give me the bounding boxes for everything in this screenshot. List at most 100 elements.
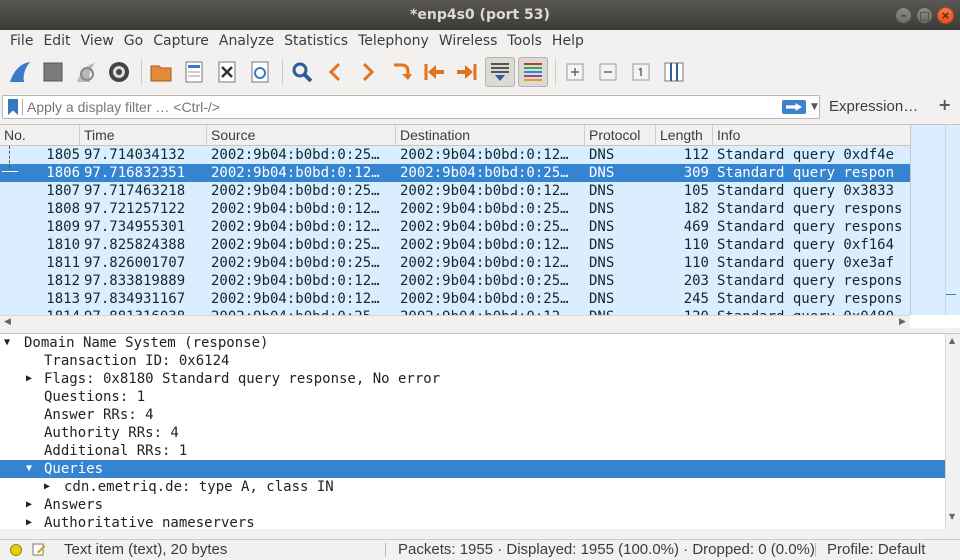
- detail-row-text: Answer RRs: 4: [44, 407, 154, 423]
- scroll-down-icon[interactable]: ▼: [949, 512, 955, 521]
- expression-button[interactable]: Expression…: [829, 98, 918, 115]
- menu-edit[interactable]: Edit: [38, 30, 75, 52]
- column-header-time[interactable]: Time: [80, 125, 207, 146]
- selected-packet-marker: [946, 294, 956, 295]
- expanded-arrow-icon[interactable]: ▼: [4, 334, 10, 352]
- detail-row-text: Answers: [44, 497, 104, 513]
- save-file-icon[interactable]: [179, 57, 209, 87]
- go-to-packet-icon[interactable]: [386, 57, 416, 87]
- maximize-button[interactable]: □: [916, 7, 933, 24]
- packet-list-hscrollbar[interactable]: ◀ ▶: [0, 315, 910, 329]
- details-scrollbar[interactable]: ▲ ▼: [945, 334, 960, 529]
- column-header-length[interactable]: Length: [656, 125, 713, 146]
- go-forward-icon[interactable]: [353, 57, 383, 87]
- packet-cell-src: 2002:9b04:b0bd:0:12…: [211, 219, 380, 235]
- expanded-arrow-icon[interactable]: ▼: [26, 460, 32, 478]
- collapsed-arrow-icon[interactable]: ▶: [26, 370, 32, 388]
- packet-cell-src: 2002:9b04:b0bd:0:25…: [211, 255, 380, 271]
- packet-row[interactable]: 1809 97.734955301 2002:9b04:b0bd:0:12… 2002…: [0, 218, 910, 236]
- expert-info-icon[interactable]: [10, 544, 22, 556]
- main-toolbar: [0, 52, 960, 92]
- menu-tools[interactable]: Tools: [502, 30, 547, 52]
- packet-row[interactable]: 1806 97.716832351 2002:9b04:b0bd:0:12… 2002…: [0, 164, 910, 182]
- packet-cell-len: 110: [683, 237, 709, 253]
- packet-list-scrollbar[interactable]: [910, 125, 960, 315]
- add-filter-button[interactable]: +: [938, 95, 951, 114]
- scroll-left-icon[interactable]: ◀: [4, 317, 11, 327]
- detail-row[interactable]: ▼ Domain Name System (response): [0, 334, 945, 352]
- detail-row[interactable]: ▼ Queries: [0, 460, 945, 478]
- detail-row[interactable]: Authority RRs: 4: [0, 424, 945, 442]
- packet-row[interactable]: 1812 97.833819889 2002:9b04:b0bd:0:12… 2002…: [0, 272, 910, 290]
- packet-cell-proto: DNS: [589, 165, 615, 181]
- shark-fin-start-icon[interactable]: [5, 57, 35, 87]
- packet-cell-proto: DNS: [589, 147, 615, 163]
- detail-row[interactable]: ▶ cdn.emetriq.de: type A, class IN: [0, 478, 945, 496]
- window-title: *enp4s0 (port 53): [410, 7, 550, 23]
- packet-cell-time: 97.716832351: [84, 165, 186, 181]
- detail-row[interactable]: ▶ Answers: [0, 496, 945, 514]
- minimize-button[interactable]: –: [895, 7, 912, 24]
- packet-row[interactable]: 1811 97.826001707 2002:9b04:b0bd:0:25… 2002…: [0, 254, 910, 272]
- packet-row[interactable]: 1813 97.834931167 2002:9b04:b0bd:0:12… 2002…: [0, 290, 910, 308]
- open-file-icon[interactable]: [146, 57, 176, 87]
- detail-row[interactable]: ▶ Flags: 0x8180 Standard query response, …: [0, 370, 945, 388]
- normal-size-icon[interactable]: [626, 57, 656, 87]
- menu-capture[interactable]: Capture: [148, 30, 214, 52]
- display-filter-field[interactable]: ▼: [2, 95, 820, 119]
- capture-comment-icon[interactable]: [32, 542, 46, 556]
- scroll-right-icon[interactable]: ▶: [899, 317, 906, 327]
- column-header-source[interactable]: Source: [207, 125, 396, 146]
- detail-row[interactable]: Questions: 1: [0, 388, 945, 406]
- detail-row[interactable]: Additional RRs: 1: [0, 442, 945, 460]
- menu-statistics[interactable]: Statistics: [279, 30, 353, 52]
- packet-cell-no: 1813: [46, 291, 80, 307]
- menu-analyze[interactable]: Analyze: [214, 30, 279, 52]
- menu-view[interactable]: View: [76, 30, 119, 52]
- colorize-icon[interactable]: [518, 57, 548, 87]
- bookmark-icon[interactable]: [8, 99, 18, 115]
- packet-row[interactable]: 1805 97.714034132 2002:9b04:b0bd:0:25… 2002…: [0, 146, 910, 164]
- filter-dropdown-icon[interactable]: ▼: [811, 102, 818, 112]
- collapsed-arrow-icon[interactable]: ▶: [26, 496, 32, 514]
- menu-help[interactable]: Help: [547, 30, 589, 52]
- packet-row[interactable]: 1810 97.825824388 2002:9b04:b0bd:0:25… 2002…: [0, 236, 910, 254]
- column-header-no[interactable]: No.: [0, 125, 80, 146]
- close-file-icon[interactable]: [212, 57, 242, 87]
- display-filter-input[interactable]: [27, 98, 767, 116]
- capture-options-icon[interactable]: [104, 57, 134, 87]
- detail-row[interactable]: Transaction ID: 0x6124: [0, 352, 945, 370]
- go-last-icon[interactable]: [452, 57, 482, 87]
- zoom-in-icon[interactable]: [560, 57, 590, 87]
- column-header-destination[interactable]: Destination: [396, 125, 585, 146]
- status-bar: Text item (text), 20 bytes Packets: 1955…: [0, 539, 960, 559]
- column-header-protocol[interactable]: Protocol: [585, 125, 656, 146]
- collapsed-arrow-icon[interactable]: ▶: [26, 514, 32, 529]
- apply-filter-arrow-icon[interactable]: [782, 100, 806, 114]
- detail-row-text: Flags: 0x8180 Standard query response, N…: [44, 371, 441, 387]
- close-button[interactable]: ×: [937, 7, 954, 24]
- status-profile[interactable]: Profile: Default: [827, 540, 925, 560]
- resize-columns-icon[interactable]: [659, 57, 689, 87]
- menu-go[interactable]: Go: [119, 30, 148, 52]
- column-header-info[interactable]: Info: [713, 125, 910, 146]
- packet-row[interactable]: 1807 97.717463218 2002:9b04:b0bd:0:25… 2002…: [0, 182, 910, 200]
- packet-cell-dst: 2002:9b04:b0bd:0:25…: [400, 273, 569, 289]
- detail-row[interactable]: ▶ Authoritative nameservers: [0, 514, 945, 529]
- menu-file[interactable]: File: [5, 30, 38, 52]
- collapsed-arrow-icon[interactable]: ▶: [44, 478, 50, 496]
- auto-scroll-icon[interactable]: [485, 57, 515, 87]
- go-first-icon[interactable]: [419, 57, 449, 87]
- detail-row-text: Additional RRs: 1: [44, 443, 188, 459]
- scroll-up-icon[interactable]: ▲: [949, 336, 955, 345]
- go-back-icon[interactable]: [320, 57, 350, 87]
- zoom-out-icon[interactable]: [593, 57, 623, 87]
- find-packet-icon[interactable]: [287, 57, 317, 87]
- packet-row[interactable]: 1808 97.721257122 2002:9b04:b0bd:0:12… 2002…: [0, 200, 910, 218]
- reload-file-icon[interactable]: [245, 57, 275, 87]
- restart-capture-icon[interactable]: [71, 57, 101, 87]
- menu-wireless[interactable]: Wireless: [434, 30, 503, 52]
- menu-telephony[interactable]: Telephony: [353, 30, 434, 52]
- detail-row[interactable]: Answer RRs: 4: [0, 406, 945, 424]
- stop-capture-icon[interactable]: [38, 57, 68, 87]
